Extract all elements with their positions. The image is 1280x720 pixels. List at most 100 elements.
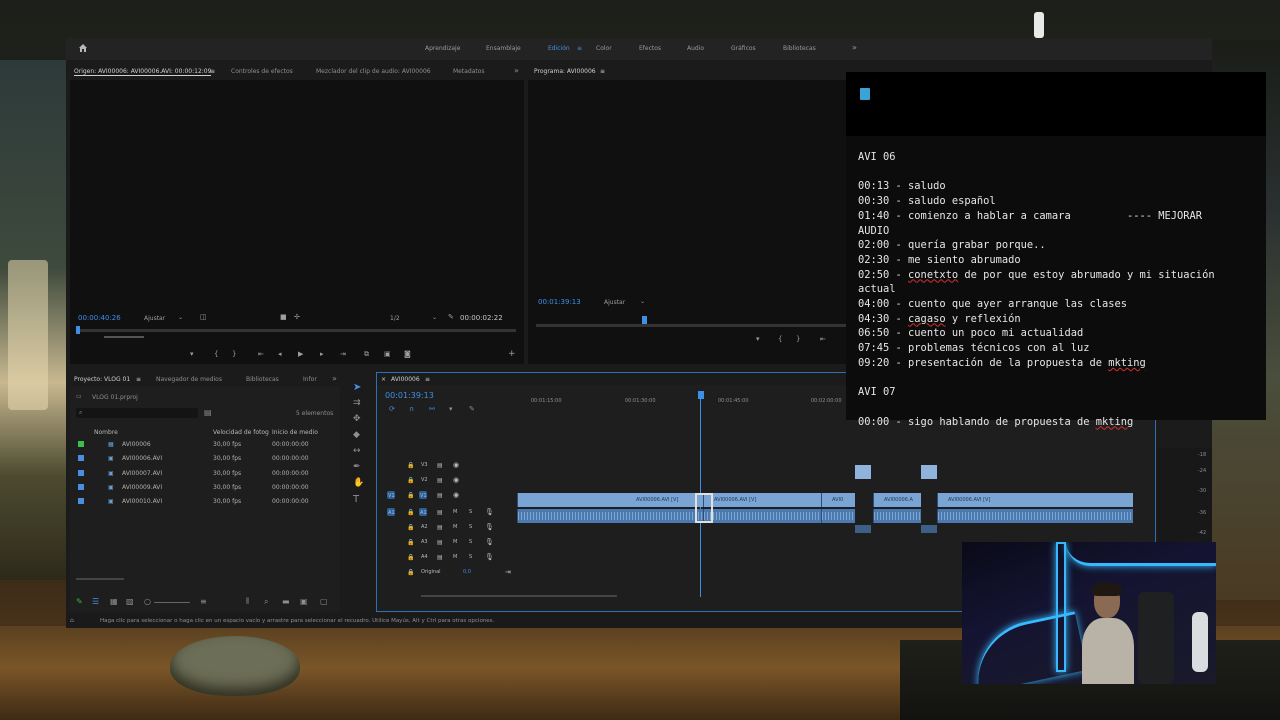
list-view-icon[interactable]: ☰ — [92, 597, 99, 606]
source-zoom-bar[interactable] — [104, 336, 144, 338]
timeline-settings-icon[interactable]: ✎ — [469, 405, 475, 413]
project-item-row[interactable]: ▣ AVI00006.AVI 30,00 fps 00:00:00:00 — [70, 452, 340, 466]
tab-project[interactable]: Proyecto: VLOG 01 — [74, 376, 130, 383]
track-label-v3[interactable]: V3 — [421, 462, 428, 468]
track-eye-icon[interactable]: ◉ — [453, 461, 459, 469]
track-label-v2[interactable]: V2 — [421, 477, 428, 483]
a1-clip[interactable] — [937, 509, 1133, 523]
program-go-to-in-icon[interactable]: ⇤ — [820, 335, 826, 343]
program-fit-dropdown[interactable]: Ajustar — [604, 299, 625, 306]
project-search-input[interactable]: ⌕ — [76, 408, 198, 418]
track-lock-icon[interactable]: 🔒 — [407, 477, 414, 484]
tab-effect-controls[interactable]: Controles de efectos — [231, 68, 293, 75]
track-mic-icon[interactable]: 🎙 — [485, 553, 494, 561]
hand-tool-icon[interactable]: ✋ — [353, 478, 364, 488]
source-playhead[interactable] — [76, 326, 80, 334]
track-sync-icon[interactable]: ▤ — [437, 524, 443, 531]
workspace-tab-ensamblaje[interactable]: Ensamblaje — [486, 45, 521, 52]
workspace-tab-graficos[interactable]: Gráficos — [731, 45, 756, 52]
v1-clip[interactable]: AVI00006.AVI [V] — [937, 493, 1133, 507]
source-go-to-out-icon[interactable]: ⇥ — [340, 350, 346, 358]
workspace-overflow-icon[interactable]: » — [852, 43, 857, 52]
a1-clip[interactable] — [821, 509, 855, 523]
program-playhead[interactable] — [642, 316, 647, 324]
source-playhead-timecode[interactable]: 00:00:40:26 — [78, 314, 121, 322]
tab-program[interactable]: Programa: AVI00006 — [534, 68, 596, 75]
track-lock-icon[interactable]: 🔒 — [407, 569, 414, 576]
v1-clip[interactable]: AVI00006.AVI [V] — [517, 493, 703, 507]
track-eye-icon[interactable]: ◉ — [453, 476, 459, 484]
track-mute-button[interactable]: M — [453, 509, 457, 515]
freeform-view-icon[interactable]: ▨ — [126, 597, 134, 606]
tab-overflow-icon[interactable]: » — [514, 66, 519, 75]
clear-icon[interactable]: ▢ — [320, 597, 328, 606]
project-item-row[interactable]: ▣ AVI00010.AVI 30,00 fps 00:00:00:00 — [70, 495, 340, 509]
v1-clip[interactable]: AVI00006.AVI [V] — [703, 493, 821, 507]
timeline-playhead-timecode[interactable]: 00:01:39:13 — [385, 391, 434, 400]
source-drag-icon[interactable]: ✢ — [294, 313, 300, 321]
workspace-tab-color[interactable]: Color — [596, 45, 612, 52]
track-label-a2[interactable]: A2 — [421, 524, 428, 530]
tab-audio-clip-mixer[interactable]: Mezclador del clip de audio: AVI00006 — [316, 68, 431, 75]
project-item-row[interactable]: ▦ AVI00006 30,00 fps 00:00:00:00 — [70, 438, 340, 452]
program-fit-chevron-icon[interactable]: ⌄ — [640, 298, 645, 305]
workspace-tab-audio[interactable]: Audio — [687, 45, 704, 52]
pen-tool-icon[interactable]: ✒ — [353, 462, 361, 472]
track-mic-icon[interactable]: 🎙 — [485, 508, 494, 516]
source-resolution-chevron-icon[interactable]: ⌄ — [432, 314, 437, 321]
source-add-marker-icon[interactable]: ▾ — [190, 350, 194, 358]
track-sync-icon[interactable]: ▤ — [437, 492, 443, 499]
new-bin-footer-icon[interactable]: ▬ — [282, 597, 290, 606]
workspace-tab-aprendizaje[interactable]: Aprendizaje — [425, 45, 460, 52]
a1-clip[interactable] — [517, 509, 703, 523]
workspace-tab-bibliotecas[interactable]: Bibliotecas — [783, 45, 816, 52]
track-mute-button[interactable]: M — [453, 524, 457, 530]
ripple-edit-tool-icon[interactable]: ✥ — [353, 414, 361, 424]
track-sync-icon[interactable]: ▤ — [437, 509, 443, 516]
source-insert-icon[interactable]: ⧉ — [364, 350, 369, 359]
program-scrubber[interactable] — [536, 324, 848, 327]
source-settings-icon[interactable]: ◫ — [200, 313, 207, 321]
a1-clip[interactable] — [873, 509, 921, 523]
master-track-value[interactable]: 0,0 — [463, 569, 471, 575]
source-wrench-icon[interactable]: ✎ — [448, 313, 454, 321]
track-lock-icon[interactable]: 🔒 — [407, 539, 414, 546]
program-mark-out-icon[interactable]: } — [796, 335, 800, 343]
track-mic-icon[interactable]: 🎙 — [485, 523, 494, 531]
source-step-back-icon[interactable]: ◂ — [278, 350, 282, 358]
source-go-to-in-icon[interactable]: ⇤ — [258, 350, 264, 358]
sort-icon[interactable]: ≡ — [200, 597, 207, 606]
workspace-menu-icon[interactable]: ≡ — [577, 45, 582, 52]
v3-clip-2[interactable] — [921, 465, 937, 479]
program-add-marker-icon[interactable]: ▾ — [756, 335, 760, 343]
project-scrollbar[interactable] — [76, 578, 124, 580]
icon-view-icon[interactable]: ▦ — [110, 597, 118, 606]
tab-sequence-menu-icon[interactable]: ≡ — [425, 376, 430, 383]
a2-clip[interactable] — [855, 525, 871, 533]
track-lock-icon[interactable]: 🔒 — [407, 509, 414, 516]
zoom-slider-icon[interactable]: ○ — [144, 597, 151, 606]
source-play-icon[interactable]: ▶ — [298, 350, 303, 358]
zoom-slider[interactable] — [154, 602, 190, 603]
source-marker-icon[interactable]: ■ — [280, 313, 287, 321]
timeline-playhead-handle[interactable] — [698, 391, 704, 399]
track-sync-icon[interactable]: ▤ — [437, 477, 443, 484]
tab-program-menu-icon[interactable]: ≡ — [600, 68, 605, 75]
notes-text-area[interactable]: AVI 06 00:13 - saludo 00:30 - saludo españ… — [858, 150, 1258, 429]
linked-selection-icon[interactable]: ⚯ — [429, 405, 435, 413]
track-solo-button[interactable]: S — [469, 524, 472, 530]
v1-clip[interactable]: AVI00006.A — [873, 493, 921, 507]
project-overflow-icon[interactable]: » — [332, 374, 337, 383]
track-solo-button[interactable]: S — [469, 554, 472, 560]
column-frame-rate[interactable]: Velocidad de fotog — [213, 429, 269, 436]
source-scrubber[interactable] — [76, 329, 516, 332]
project-item-row[interactable]: ▣ AVI00007.AVI 30,00 fps 00:00:00:00 — [70, 467, 340, 481]
track-lock-icon[interactable]: 🔒 — [407, 524, 414, 531]
source-fit-chevron-icon[interactable]: ⌄ — [178, 314, 183, 321]
tab-libraries[interactable]: Bibliotecas — [246, 376, 279, 383]
track-label-a4[interactable]: A4 — [421, 554, 428, 560]
master-track-nav-icon[interactable]: ⇥ — [505, 568, 511, 576]
automate-icon[interactable]: ⫼ — [246, 597, 249, 606]
tab-project-menu-icon[interactable]: ≡ — [136, 376, 141, 383]
source-mark-in-icon[interactable]: { — [214, 350, 218, 358]
